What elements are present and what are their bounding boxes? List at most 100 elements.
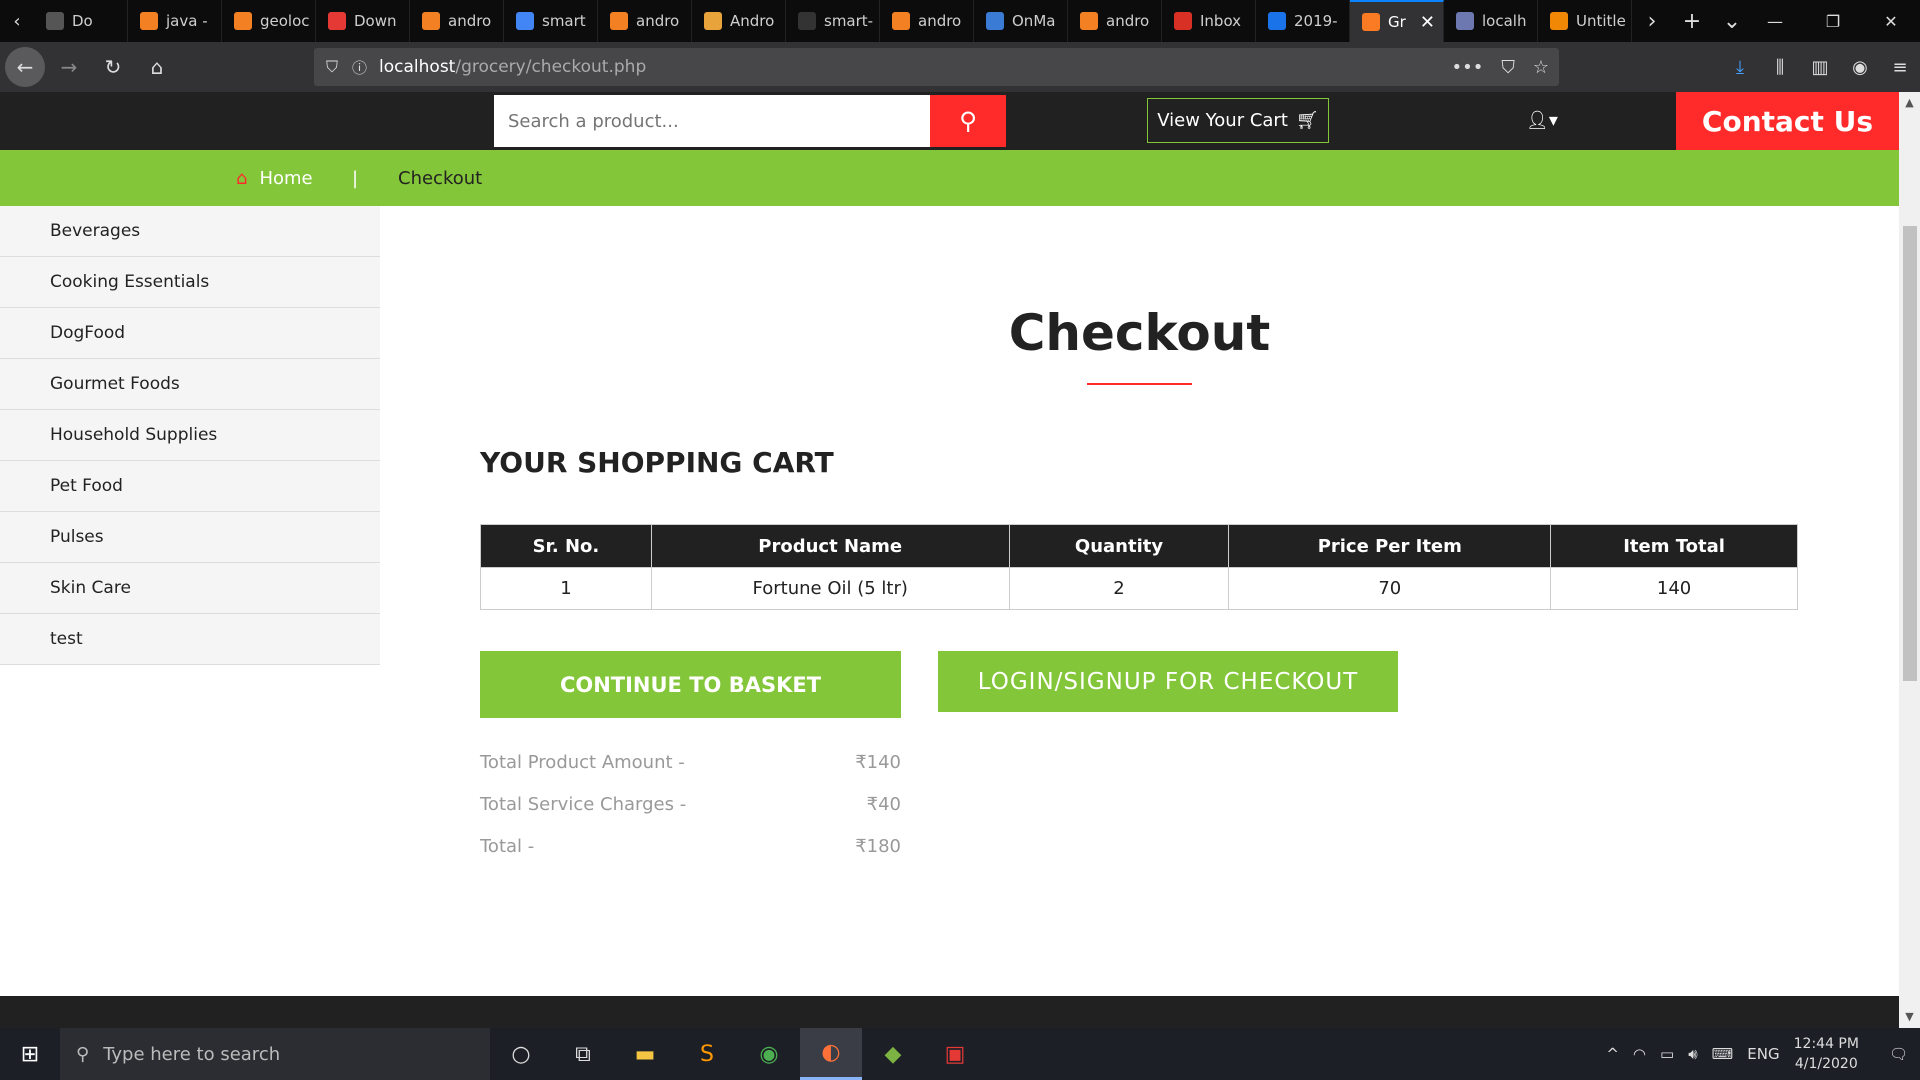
language-indicator[interactable]: ENG bbox=[1747, 1045, 1779, 1063]
search-icon: ⚲ bbox=[959, 107, 977, 135]
total-product-amount-label: Total Product Amount - bbox=[480, 751, 685, 773]
sidebar-toggle-icon[interactable]: ▥ bbox=[1800, 57, 1840, 78]
notifications-icon[interactable]: 🗨︎ bbox=[1889, 1045, 1908, 1063]
breadcrumb-separator: | bbox=[352, 167, 359, 189]
breadcrumb-home[interactable]: ⌂ Home bbox=[236, 168, 313, 189]
tray-chevron-icon[interactable]: ^ bbox=[1606, 1045, 1619, 1063]
forward-icon[interactable]: → bbox=[49, 47, 89, 87]
view-cart-button[interactable]: View Your Cart 🛒︎ bbox=[1147, 98, 1329, 143]
sidebar-item-beverages[interactable]: Beverages bbox=[0, 206, 380, 257]
system-tray: ^ ◠ ▭ 🔊︎ ⌨ ENG 12:44 PM 4/1/2020 🗨︎ bbox=[1606, 1028, 1920, 1080]
stackoverflow-icon bbox=[234, 12, 252, 30]
browser-tab[interactable]: geoloc bbox=[222, 0, 316, 42]
cortana-icon[interactable]: ○ bbox=[490, 1028, 552, 1080]
draw-icon bbox=[1550, 12, 1568, 30]
scroll-down-icon[interactable]: ▼ bbox=[1899, 1006, 1920, 1026]
menu-icon[interactable]: ≡ bbox=[1880, 57, 1920, 78]
sidebar-item-gourmet-foods[interactable]: Gourmet Foods bbox=[0, 359, 380, 410]
title-underline bbox=[1087, 383, 1192, 385]
sidebar-item-cooking-essentials[interactable]: Cooking Essentials bbox=[0, 257, 380, 308]
sublime-text-icon[interactable]: S bbox=[676, 1028, 738, 1080]
sidebar-item-pulses[interactable]: Pulses bbox=[0, 512, 380, 563]
clock[interactable]: 12:44 PM 4/1/2020 bbox=[1794, 1034, 1859, 1074]
browser-tab[interactable]: java - bbox=[128, 0, 222, 42]
url-bar[interactable]: ⛉ ⓘ localhost/grocery/checkout.php ••• ⛉… bbox=[314, 48, 1559, 86]
total-service-charges-value: ₹40 bbox=[866, 793, 901, 815]
sidebar-item-dogfood[interactable]: DogFood bbox=[0, 308, 380, 359]
scrollbar-thumb[interactable] bbox=[1903, 226, 1917, 681]
breadcrumb-current: Checkout bbox=[398, 167, 483, 189]
grand-total-row: Total - ₹180 bbox=[480, 825, 901, 867]
close-window-icon[interactable]: ✕ bbox=[1862, 0, 1920, 42]
browser-tab[interactable]: Untitle bbox=[1538, 0, 1632, 42]
breadcrumb-home-label: Home bbox=[259, 167, 313, 189]
browser-tab[interactable]: localh bbox=[1444, 0, 1538, 42]
keyboard-icon[interactable]: ⌨ bbox=[1712, 1045, 1734, 1063]
sidebar-item-test[interactable]: test bbox=[0, 614, 380, 665]
chrome-icon[interactable]: ◉ bbox=[738, 1028, 800, 1080]
browser-tab[interactable]: andro bbox=[410, 0, 504, 42]
wifi-icon[interactable]: ◠ bbox=[1633, 1045, 1646, 1063]
browser-tab-label: OnMa bbox=[1012, 12, 1056, 30]
file-explorer-icon[interactable]: ▬ bbox=[614, 1028, 676, 1080]
tab-scroll-left-icon[interactable]: ‹ bbox=[0, 0, 34, 42]
browser-tab-label: Inbox bbox=[1200, 12, 1242, 30]
battery-icon[interactable]: ▭ bbox=[1660, 1045, 1674, 1063]
browser-tab[interactable]: andro bbox=[1068, 0, 1162, 42]
clock-date: 4/1/2020 bbox=[1794, 1056, 1858, 1072]
close-tab-icon[interactable]: ✕ bbox=[1420, 12, 1435, 33]
browser-tab[interactable]: Down bbox=[316, 0, 410, 42]
reload-icon[interactable]: ↻ bbox=[93, 47, 133, 87]
contacts-icon bbox=[1268, 12, 1286, 30]
bookmark-star-icon[interactable]: ☆ bbox=[1533, 57, 1549, 78]
browser-tab-label: Untitle bbox=[1576, 12, 1626, 30]
task-view-icon[interactable]: ⧉ bbox=[552, 1028, 614, 1080]
tab-scroll-right-icon[interactable]: › bbox=[1632, 0, 1672, 42]
sidebar-item-pet-food[interactable]: Pet Food bbox=[0, 461, 380, 512]
downloads-icon[interactable]: ⤓ bbox=[1720, 57, 1760, 78]
cell-quantity: 2 bbox=[1008, 567, 1230, 610]
browser-tab[interactable]: smart- bbox=[786, 0, 880, 42]
restore-icon[interactable]: ❐ bbox=[1804, 0, 1862, 42]
library-icon[interactable]: ⫼ bbox=[1760, 57, 1800, 78]
firefox-icon[interactable]: ◐ bbox=[800, 1028, 862, 1080]
browser-tab[interactable]: Andro bbox=[692, 0, 786, 42]
browser-tab-label: andro bbox=[918, 12, 962, 30]
pocket-icon[interactable]: ⛉ bbox=[1501, 57, 1515, 78]
acrobat-icon[interactable]: ▣ bbox=[924, 1028, 986, 1080]
browser-tab[interactable]: OnMa bbox=[974, 0, 1068, 42]
browser-tab-label: Andro bbox=[730, 12, 775, 30]
contact-us-button[interactable]: Contact Us bbox=[1676, 92, 1899, 150]
shield-icon[interactable]: ⛉ bbox=[326, 57, 338, 77]
sidebar-item-skin-care[interactable]: Skin Care bbox=[0, 563, 380, 614]
minimize-icon[interactable]: — bbox=[1746, 0, 1804, 42]
browser-tab[interactable]: Gr ✕ bbox=[1350, 0, 1444, 42]
tab-list: Do java - geoloc Down andro smart andro Andro sm… bbox=[34, 0, 1632, 42]
home-icon[interactable]: ⌂ bbox=[137, 47, 177, 87]
search-button[interactable]: ⚲ bbox=[930, 95, 1006, 147]
browser-tab[interactable]: andro bbox=[598, 0, 692, 42]
browser-tab[interactable]: Do bbox=[34, 0, 128, 42]
taskbar-search[interactable]: ⚲ Type here to search bbox=[60, 1028, 490, 1080]
browser-tab[interactable]: andro bbox=[880, 0, 974, 42]
continue-to-basket-button[interactable]: CONTINUE TO BASKET bbox=[480, 651, 901, 718]
url-host: localhost bbox=[379, 57, 456, 77]
volume-icon[interactable]: 🔊︎ bbox=[1688, 1045, 1697, 1063]
user-dropdown-icon[interactable]: 👤︎▾ bbox=[1526, 110, 1558, 131]
page-actions-icon[interactable]: ••• bbox=[1452, 57, 1484, 78]
android-studio-icon[interactable]: ◆ bbox=[862, 1028, 924, 1080]
login-signup-checkout-button[interactable]: LOGIN/SIGNUP FOR CHECKOUT bbox=[938, 651, 1398, 712]
browser-tab[interactable]: smart bbox=[504, 0, 598, 42]
sidebar-item-household-supplies[interactable]: Household Supplies bbox=[0, 410, 380, 461]
browser-tab[interactable]: Inbox bbox=[1162, 0, 1256, 42]
windows-taskbar: ⊞ ⚲ Type here to search ○ ⧉ ▬ S ◉ ◐ ◆ ▣ … bbox=[0, 1028, 1920, 1080]
info-icon[interactable]: ⓘ bbox=[352, 57, 367, 78]
windows-start-icon[interactable]: ⊞ bbox=[0, 1028, 60, 1080]
browser-tab[interactable]: 2019- bbox=[1256, 0, 1350, 42]
back-icon[interactable]: ← bbox=[5, 47, 45, 87]
account-icon[interactable]: ◉ bbox=[1840, 57, 1880, 78]
scroll-up-icon[interactable]: ▲ bbox=[1899, 92, 1920, 112]
search-input[interactable] bbox=[494, 95, 930, 147]
new-tab-icon[interactable]: + bbox=[1672, 0, 1712, 42]
browser-tab-label: 2019- bbox=[1294, 12, 1338, 30]
